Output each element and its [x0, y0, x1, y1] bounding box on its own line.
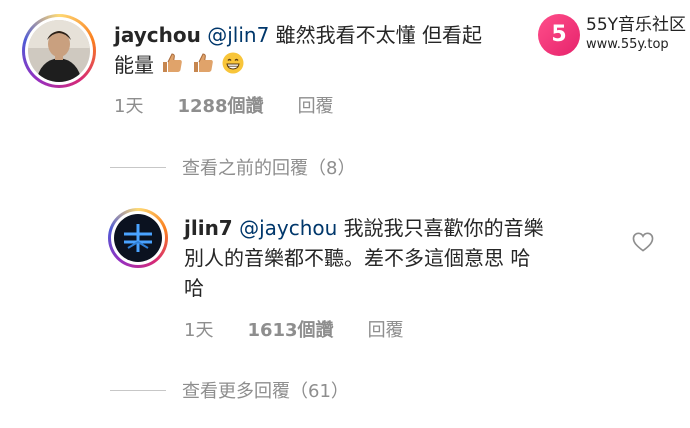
- reply-body-line3: 哈: [184, 276, 204, 300]
- comment-like-count[interactable]: 1288個讚: [177, 92, 263, 118]
- reply-mention[interactable]: @jaychou: [239, 216, 337, 240]
- reply-time: 1天: [184, 320, 214, 341]
- grinning-emoji-icon: [221, 51, 245, 83]
- jaychou-avatar-photo: [28, 20, 90, 82]
- reply-meta: 1天 1613個讚 回覆: [184, 316, 404, 342]
- reply-username[interactable]: jlin7: [184, 216, 233, 240]
- watermark-logo: 5: [538, 14, 580, 56]
- thumbs-up-icon: [191, 51, 215, 83]
- view-more-replies[interactable]: 查看更多回覆（61）: [110, 377, 349, 403]
- reply-body-line1: 我說我只喜歡你的音樂: [337, 216, 544, 240]
- reply-like-count[interactable]: 1613個讚: [247, 316, 333, 342]
- comment-body-line1: 雖然我看不太懂 但看起: [269, 23, 483, 47]
- comment-text: jaychou @jlin7 雖然我看不太懂 但看起 能量: [114, 20, 544, 83]
- jlin7-avatar-logo: [114, 214, 162, 262]
- watermark-title: 55Y音乐社区: [586, 15, 687, 35]
- view-previous-replies[interactable]: 查看之前的回覆（8）: [110, 154, 355, 180]
- jaychou-avatar[interactable]: [22, 14, 96, 88]
- divider-line: [110, 166, 166, 168]
- reply-body-line2: 別人的音樂都不聽。差不多這個意思 哈: [184, 246, 531, 270]
- comment-meta: 1天 1288個讚 回覆: [114, 92, 334, 118]
- like-heart-icon[interactable]: [632, 232, 654, 256]
- comment-mention[interactable]: @jlin7: [207, 23, 269, 47]
- comment-body-line2: 能量: [114, 53, 154, 77]
- thumbs-up-icon: [160, 51, 184, 83]
- view-more-label[interactable]: 查看更多回覆（61）: [182, 377, 349, 403]
- divider-line: [110, 389, 166, 391]
- view-previous-label[interactable]: 查看之前的回覆（8）: [182, 154, 355, 180]
- site-watermark: 5 55Y音乐社区 www.55y.top: [538, 14, 686, 56]
- comment-reply-button[interactable]: 回覆: [298, 92, 334, 118]
- watermark-url: www.55y.top: [586, 37, 669, 52]
- comment-username[interactable]: jaychou: [114, 23, 201, 47]
- reply-text: jlin7 @jaychou 我說我只喜歡你的音樂 別人的音樂都不聽。差不多這個…: [184, 213, 614, 303]
- comment-time: 1天: [114, 96, 144, 117]
- jlin7-avatar[interactable]: [108, 208, 168, 268]
- reply-reply-button[interactable]: 回覆: [368, 316, 404, 342]
